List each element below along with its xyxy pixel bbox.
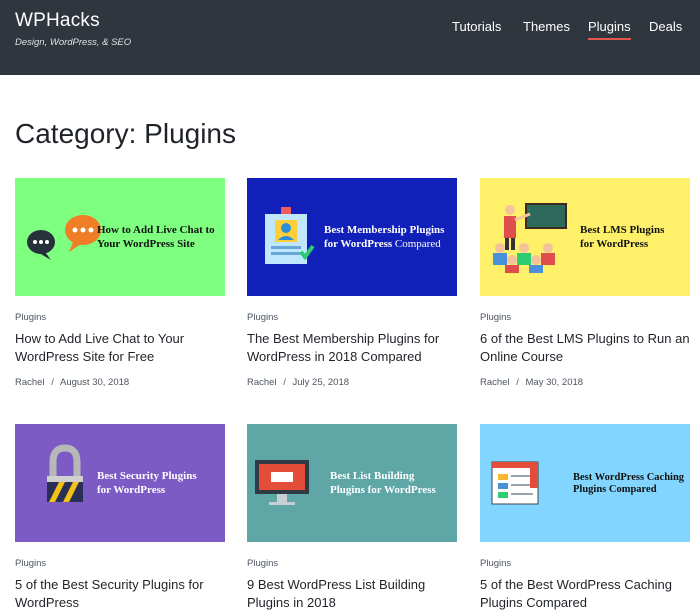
- post-thumbnail[interactable]: Best LMS Plugins for WordPress: [480, 178, 690, 296]
- thumbnail-caption-line: for WordPress: [97, 484, 166, 496]
- thumbnail-caption-line: Your WordPress Site: [97, 238, 195, 250]
- post-category[interactable]: Plugins: [480, 558, 511, 569]
- post-category[interactable]: Plugins: [247, 558, 278, 569]
- post-author[interactable]: Rachel: [15, 377, 45, 388]
- nav-item-tutorials[interactable]: Tutorials: [452, 19, 501, 34]
- site-title[interactable]: WPHacks: [15, 10, 131, 32]
- post-thumbnail[interactable]: Best List Building Plugins for WordPress: [247, 424, 457, 542]
- nav-item-deals[interactable]: Deals: [649, 19, 682, 34]
- post-title[interactable]: How to Add Live Chat to Your WordPress S…: [15, 330, 225, 366]
- thumbnail-caption-line: for WordPress Compared: [324, 237, 444, 251]
- post-thumbnail[interactable]: Best Security Plugins for WordPress: [15, 424, 225, 542]
- thumbnail-caption: How to Add Live Chat to Your WordPress S…: [97, 223, 215, 251]
- post-category[interactable]: Plugins: [480, 312, 511, 323]
- nav-item-themes[interactable]: Themes: [523, 19, 570, 34]
- thumbnail-caption: Best Security Plugins for WordPress: [97, 469, 197, 497]
- meta-separator: /: [51, 377, 54, 388]
- thumbnail-caption: Best LMS Plugins for WordPress: [580, 223, 664, 251]
- thumbnail-caption-part: Compared: [394, 238, 441, 250]
- thumbnail-caption-line: Best List Building: [330, 470, 415, 482]
- post-date: July 25, 2018: [292, 377, 350, 388]
- meta-separator: /: [516, 377, 519, 388]
- page-title: Category: Plugins: [15, 118, 237, 149]
- thumbnail-caption-line: Best LMS Plugins: [580, 224, 665, 236]
- post-title[interactable]: 5 of the Best Security Plugins for WordP…: [15, 576, 225, 611]
- thumbnail-caption-line: Best Security Plugins: [97, 470, 197, 482]
- post-category[interactable]: Plugins: [15, 558, 46, 569]
- post-author[interactable]: Rachel: [247, 377, 277, 388]
- thumbnail-caption-part: for WordPress: [324, 238, 393, 250]
- post-thumbnail[interactable]: Best WordPress Caching Plugins Compared: [480, 424, 690, 542]
- post-author[interactable]: Rachel: [480, 377, 510, 388]
- post-category[interactable]: Plugins: [15, 312, 46, 323]
- site-branding[interactable]: WPHacks Design, WordPress, & SEO: [15, 10, 131, 48]
- thumbnail-caption-line: Plugins for WordPress: [330, 484, 436, 496]
- post-category[interactable]: Plugins: [247, 312, 278, 323]
- thumbnail-caption-line: Best WordPress Caching: [573, 472, 685, 483]
- post-title[interactable]: The Best Membership Plugins for WordPres…: [247, 330, 457, 366]
- post-title[interactable]: 9 Best WordPress List Building Plugins i…: [247, 576, 457, 611]
- nav-item-plugins-label: Plugins: [588, 19, 631, 34]
- thumbnail-caption: Best WordPress Caching Plugins Compared: [573, 472, 684, 496]
- thumbnail-caption-line: for WordPress: [580, 238, 649, 250]
- site-header: WPHacks Design, WordPress, & SEO Tutoria…: [0, 0, 700, 75]
- site-tagline: Design, WordPress, & SEO: [15, 37, 132, 48]
- post-thumbnail[interactable]: Best Membership Plugins for WordPress Co…: [247, 178, 457, 296]
- post-meta: Rachel / August 30, 2018: [15, 377, 129, 388]
- post-meta: Rachel / May 30, 2018: [480, 377, 583, 388]
- thumbnail-caption-line: Plugins Compared: [573, 484, 657, 495]
- post-meta: Rachel / July 25, 2018: [247, 377, 349, 388]
- thumbnail-caption-line: How to Add Live Chat to: [97, 224, 215, 236]
- post-title[interactable]: 5 of the Best WordPress Caching Plugins …: [480, 576, 690, 611]
- post-date: August 30, 2018: [59, 377, 130, 388]
- nav-item-plugins[interactable]: Plugins: [588, 19, 631, 40]
- active-nav-indicator: [588, 38, 631, 40]
- meta-separator: /: [283, 377, 286, 388]
- post-date: May 30, 2018: [525, 377, 584, 388]
- thumbnail-caption-line: Best Membership Plugins: [324, 224, 445, 236]
- post-title[interactable]: 6 of the Best LMS Plugins to Run an Onli…: [480, 330, 690, 366]
- thumbnail-caption: Best List Building Plugins for WordPress: [330, 469, 436, 497]
- post-thumbnail[interactable]: How to Add Live Chat to Your WordPress S…: [15, 178, 225, 296]
- thumbnail-caption: Best Membership Plugins for WordPress Co…: [324, 223, 444, 251]
